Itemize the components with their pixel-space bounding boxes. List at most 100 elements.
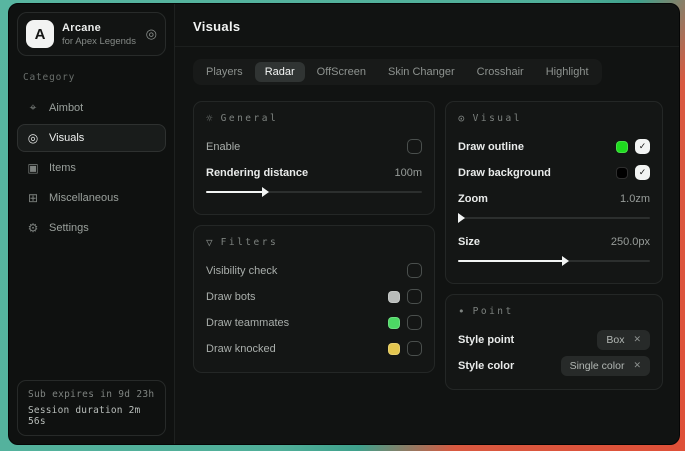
close-icon[interactable]: ✕ [633,334,641,345]
sidebar-nav: ⌖ Aimbot ◎ Visuals ▣ Items ⊞ Miscellaneo… [17,93,166,242]
sidebar-item-items[interactable]: ▣ Items [17,154,166,182]
sidebar-item-visuals[interactable]: ◎ Visuals [17,124,166,152]
category-label: Category [23,72,160,83]
size-value: 250.0px [611,236,650,248]
style-point-select[interactable]: Box ✕ [597,330,650,350]
tab-bar: Players Radar OffScreen Skin Changer Cro… [193,59,602,85]
slider-thumb[interactable] [262,187,269,197]
slider-fill [458,260,564,262]
size-label: Size [458,236,480,248]
style-color-label: Style color [458,360,514,372]
draw-bots-label: Draw bots [206,291,256,303]
sidebar-item-label: Miscellaneous [49,192,119,204]
subscription-info-card: Sub expires in 9d 23h Session duration 2… [17,380,166,436]
panel-title: Point [473,306,514,317]
brand-text: Arcane for Apex Legends [62,22,138,47]
sun-icon: ☼ [206,112,213,125]
draw-knocked-row: Draw knocked ✓ [206,337,422,360]
box-icon: ▣ [26,161,40,175]
style-color-value: Single color [570,360,625,372]
style-point-row: Style point Box ✕ [458,328,650,351]
slider-track [458,217,650,219]
brand-card: A Arcane for Apex Legends ◎ [17,12,166,56]
size-slider[interactable] [458,257,650,265]
panel-title: Filters [221,237,279,248]
draw-teammates-color-swatch[interactable] [388,317,400,329]
app-window: A Arcane for Apex Legends ◎ Category ⌖ A… [8,3,680,445]
draw-knocked-checkbox[interactable]: ✓ [407,341,422,356]
draw-outline-row: Draw outline ✓ [458,135,650,158]
filters-panel-header: ▽ Filters [206,236,422,249]
tab-label: Highlight [546,66,589,78]
visibility-check-checkbox[interactable]: ✓ [407,263,422,278]
slider-thumb[interactable] [458,213,465,223]
enable-checkbox[interactable]: ✓ [407,139,422,154]
draw-outline-checkbox[interactable]: ✓ [635,139,650,154]
main-body: Players Radar OffScreen Skin Changer Cro… [175,47,679,390]
zoom-label: Zoom [458,193,488,205]
draw-outline-label: Draw outline [458,141,524,153]
filters-panel: ▽ Filters Visibility check ✓ Draw bots [193,225,435,373]
sub-expires-text: Sub expires in 9d 23h [28,389,155,400]
sidebar-item-label: Visuals [49,132,84,144]
tab-offscreen[interactable]: OffScreen [307,62,376,82]
sidebar-item-label: Aimbot [49,102,83,114]
rendering-distance-value: 100m [394,167,422,179]
draw-teammates-checkbox[interactable]: ✓ [407,315,422,330]
tab-skin-changer[interactable]: Skin Changer [378,62,465,82]
visual-panel: ⊙ Visual Draw outline ✓ Draw background [445,101,663,284]
panel-columns: ☼ General Enable ✓ Rendering distance 10… [193,101,663,390]
enable-label: Enable [206,141,240,153]
slider-fill [206,191,264,193]
app-logo: A [26,20,54,48]
draw-background-label: Draw background [458,167,551,179]
style-color-row: Style color Single color ✕ [458,354,650,377]
draw-teammates-row: Draw teammates ✓ [206,311,422,334]
draw-bots-color-swatch[interactable] [388,291,400,303]
sidebar-item-aimbot[interactable]: ⌖ Aimbot [17,93,166,122]
visibility-check-label: Visibility check [206,265,277,277]
tab-label: Crosshair [477,66,524,78]
sidebar-item-settings[interactable]: ⚙ Settings [17,214,166,242]
point-panel-header: • Point [458,305,650,318]
zoom-slider[interactable] [458,214,650,222]
session-duration-text: Session duration 2m 56s [28,405,155,427]
style-color-select[interactable]: Single color ✕ [561,356,650,376]
draw-background-color-swatch[interactable] [616,167,628,179]
tab-label: Skin Changer [388,66,455,78]
panel-title: Visual [473,113,522,124]
point-panel: • Point Style point Box ✕ Style color [445,294,663,390]
draw-knocked-color-swatch[interactable] [388,343,400,355]
main-area: Visuals Players Radar OffScreen Skin Cha… [175,4,679,444]
tab-players[interactable]: Players [196,62,253,82]
filter-icon: ▽ [206,236,213,249]
visual-panel-header: ⊙ Visual [458,112,650,125]
tab-radar[interactable]: Radar [255,62,305,82]
draw-bots-checkbox[interactable]: ✓ [407,289,422,304]
crosshair-icon: ⌖ [26,100,40,115]
tab-highlight[interactable]: Highlight [536,62,599,82]
left-column: ☼ General Enable ✓ Rendering distance 10… [193,101,435,373]
size-row: Size 250.0px [458,230,650,253]
tab-crosshair[interactable]: Crosshair [467,62,534,82]
target-settings-icon[interactable]: ◎ [146,26,157,42]
grid-icon: ⊞ [26,191,40,205]
tab-label: Radar [265,66,295,78]
close-icon[interactable]: ✕ [633,360,641,371]
rendering-distance-row: Rendering distance 100m [206,161,422,184]
slider-thumb[interactable] [562,256,569,266]
sidebar-item-label: Items [49,162,76,174]
main-header: Visuals [175,4,679,47]
draw-background-checkbox[interactable]: ✓ [635,165,650,180]
general-panel-header: ☼ General [206,112,422,125]
eye-icon: ⊙ [458,112,465,125]
sidebar-item-label: Settings [49,222,89,234]
draw-background-row: Draw background ✓ [458,161,650,184]
rendering-distance-label: Rendering distance [206,167,308,179]
sidebar-item-miscellaneous[interactable]: ⊞ Miscellaneous [17,184,166,212]
app-subtitle: for Apex Legends [62,36,138,47]
draw-outline-color-swatch[interactable] [616,141,628,153]
zoom-value: 1.0zm [620,193,650,205]
rendering-distance-slider[interactable] [206,188,422,196]
style-point-value: Box [606,334,624,346]
